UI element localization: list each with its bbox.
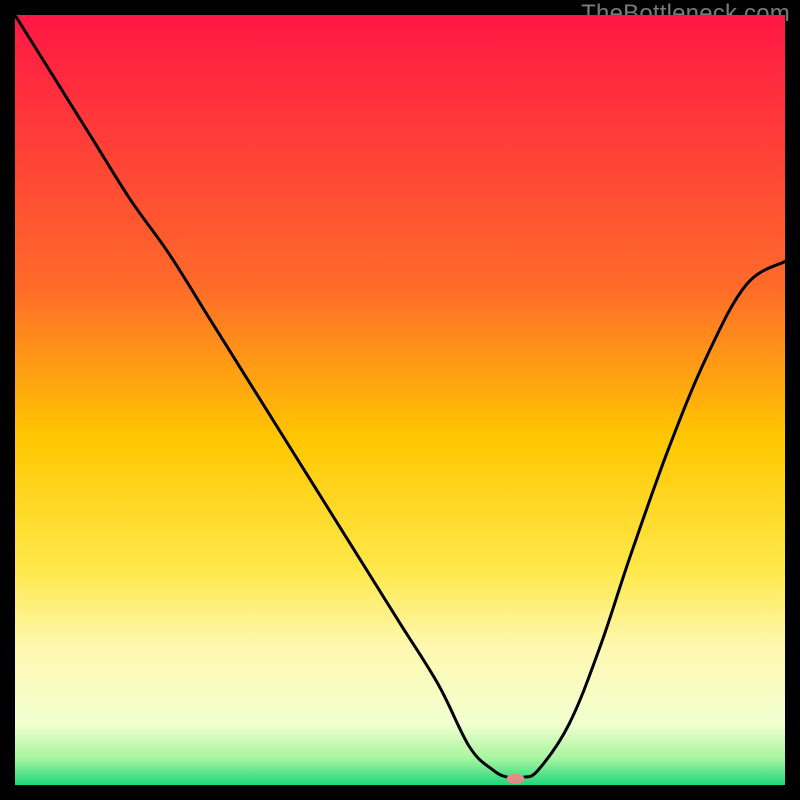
plot-area xyxy=(15,15,785,785)
chart-frame: TheBottleneck.com xyxy=(0,0,800,800)
bottleneck-chart xyxy=(15,15,785,785)
optimal-marker xyxy=(507,774,525,784)
gradient-background xyxy=(15,15,785,785)
